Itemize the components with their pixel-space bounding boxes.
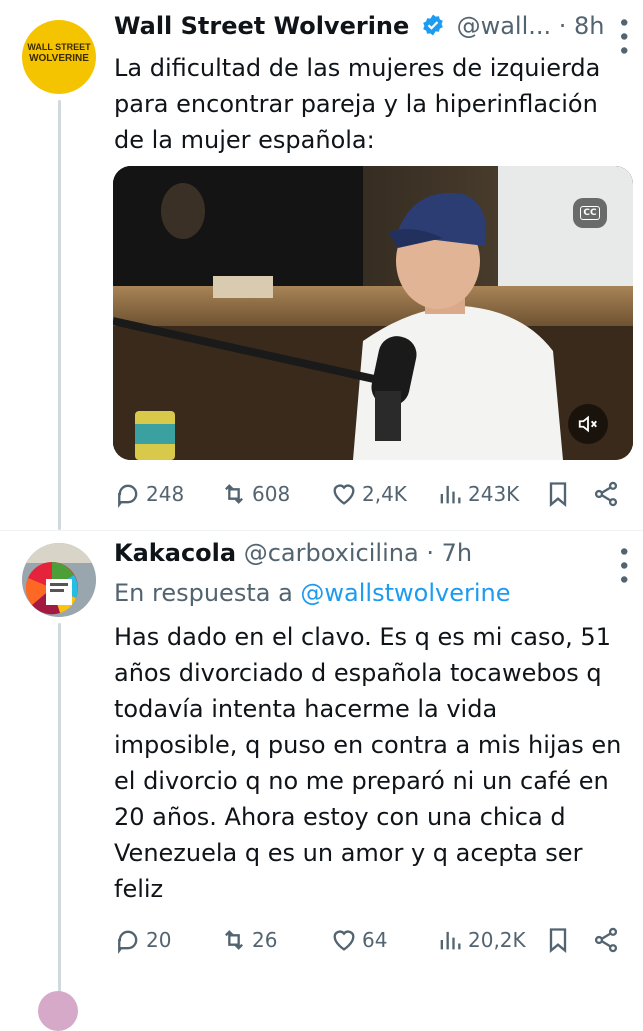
- like-count: 64: [362, 928, 388, 952]
- tweet-text-line: todavía intenta hacerme la vida: [114, 695, 498, 723]
- author-handle[interactable]: @wall...: [457, 12, 552, 40]
- reply-button[interactable]: 20: [114, 926, 171, 954]
- avatar-kakacola[interactable]: [22, 543, 96, 617]
- bookmark-icon: [549, 928, 567, 953]
- tweet-text-line: años divorciado d española tocawebos q: [114, 659, 602, 687]
- tweet-actions: 20 26 64 20,2K: [114, 926, 634, 956]
- share-icon: [594, 481, 618, 507]
- repost-icon: [225, 484, 243, 504]
- author-name[interactable]: Wall Street Wolverine: [114, 12, 409, 40]
- tweet-text-line: 20 años. Ahora estoy con una chica d: [114, 803, 566, 831]
- reply-icon: [118, 484, 138, 508]
- sdg-wheel-icon: [22, 543, 96, 617]
- views-count: 20,2K: [468, 928, 526, 952]
- heart-icon: [333, 930, 355, 951]
- thread-line: [58, 100, 61, 530]
- avatar-logo-line1: WALL STREET: [27, 42, 91, 52]
- repost-count: 26: [252, 928, 278, 952]
- like-count: 2,4K: [362, 482, 407, 506]
- mute-toggle-icon[interactable]: [568, 404, 608, 444]
- avatar-wall-street-wolverine[interactable]: WALL STREET WOLVERINE: [22, 20, 96, 94]
- tweet-video[interactable]: CC: [113, 166, 633, 460]
- like-button[interactable]: 2,4K: [330, 480, 407, 508]
- reply-icon: [118, 930, 138, 954]
- tweet-header: Kakacola @carboxicilina · 7h: [114, 539, 472, 567]
- author-name[interactable]: Kakacola: [114, 539, 236, 567]
- tweet-kakacola[interactable]: Kakacola @carboxicilina · 7h ••• En resp…: [0, 531, 643, 1031]
- tweet-wallstreetwolverine[interactable]: WALL STREET WOLVERINE Wall Street Wolver…: [0, 0, 643, 530]
- repost-button[interactable]: 608: [220, 480, 290, 508]
- thread-line: [58, 623, 61, 1000]
- bookmark-button[interactable]: [544, 480, 572, 508]
- share-button[interactable]: [592, 480, 620, 508]
- heart-icon: [333, 484, 355, 505]
- share-icon: [594, 927, 618, 953]
- tweet-time[interactable]: · 8h: [559, 12, 605, 40]
- more-options-icon[interactable]: •••: [610, 545, 635, 587]
- tweet-actions: 248 608 2,4K 243K: [114, 480, 634, 510]
- tweet-text: La dificultad de las mujeres de izquierd…: [114, 54, 601, 154]
- cc-label: CC: [580, 206, 600, 220]
- views-icon: [440, 931, 461, 950]
- reply-count: 248: [146, 482, 185, 506]
- repost-button[interactable]: 26: [220, 926, 277, 954]
- bookmark-button[interactable]: [544, 926, 572, 954]
- bookmark-icon: [549, 482, 567, 507]
- repost-count: 608: [252, 482, 291, 506]
- reply-button[interactable]: 248: [114, 480, 184, 508]
- tweet-text-line: Venezuela q es un amor y q acepta ser: [114, 839, 583, 867]
- tweet-text-line: feliz: [114, 875, 164, 903]
- like-button[interactable]: 64: [330, 926, 387, 954]
- share-button[interactable]: [592, 926, 620, 954]
- tweet-time[interactable]: · 7h: [426, 539, 472, 567]
- reply-to-prefix: En respuesta a: [114, 579, 293, 607]
- views-count: 243K: [468, 482, 520, 506]
- reply-to-line: En respuesta a @wallstwolverine: [114, 579, 510, 607]
- tweet-text-line: el divorcio q no me preparó ni un café e…: [114, 767, 609, 795]
- views-button[interactable]: 20,2K: [436, 926, 526, 954]
- avatar-logo-line2: WOLVERINE: [29, 53, 89, 64]
- views-button[interactable]: 243K: [436, 480, 519, 508]
- video-frame-illustration: [113, 166, 633, 460]
- repost-icon: [225, 930, 243, 950]
- avatar-next-reply[interactable]: [38, 991, 78, 1031]
- tweet-text-line: Has dado en el clavo. Es q es mi caso, 5…: [114, 623, 611, 651]
- tweet-header: Wall Street Wolverine @wall... · 8h: [114, 12, 605, 43]
- tweet-text: Has dado en el clavo. Es q es mi caso, 5…: [114, 619, 634, 907]
- verified-badge-icon: [421, 13, 445, 43]
- views-icon: [440, 485, 461, 504]
- reply-count: 20: [146, 928, 172, 952]
- captions-cc-button[interactable]: CC: [573, 198, 607, 228]
- reply-to-handle-link[interactable]: @wallstwolverine: [300, 579, 510, 607]
- author-handle[interactable]: @carboxicilina: [244, 539, 419, 567]
- tweet-text-line: imposible, q puso en contra a mis hijas …: [114, 731, 622, 759]
